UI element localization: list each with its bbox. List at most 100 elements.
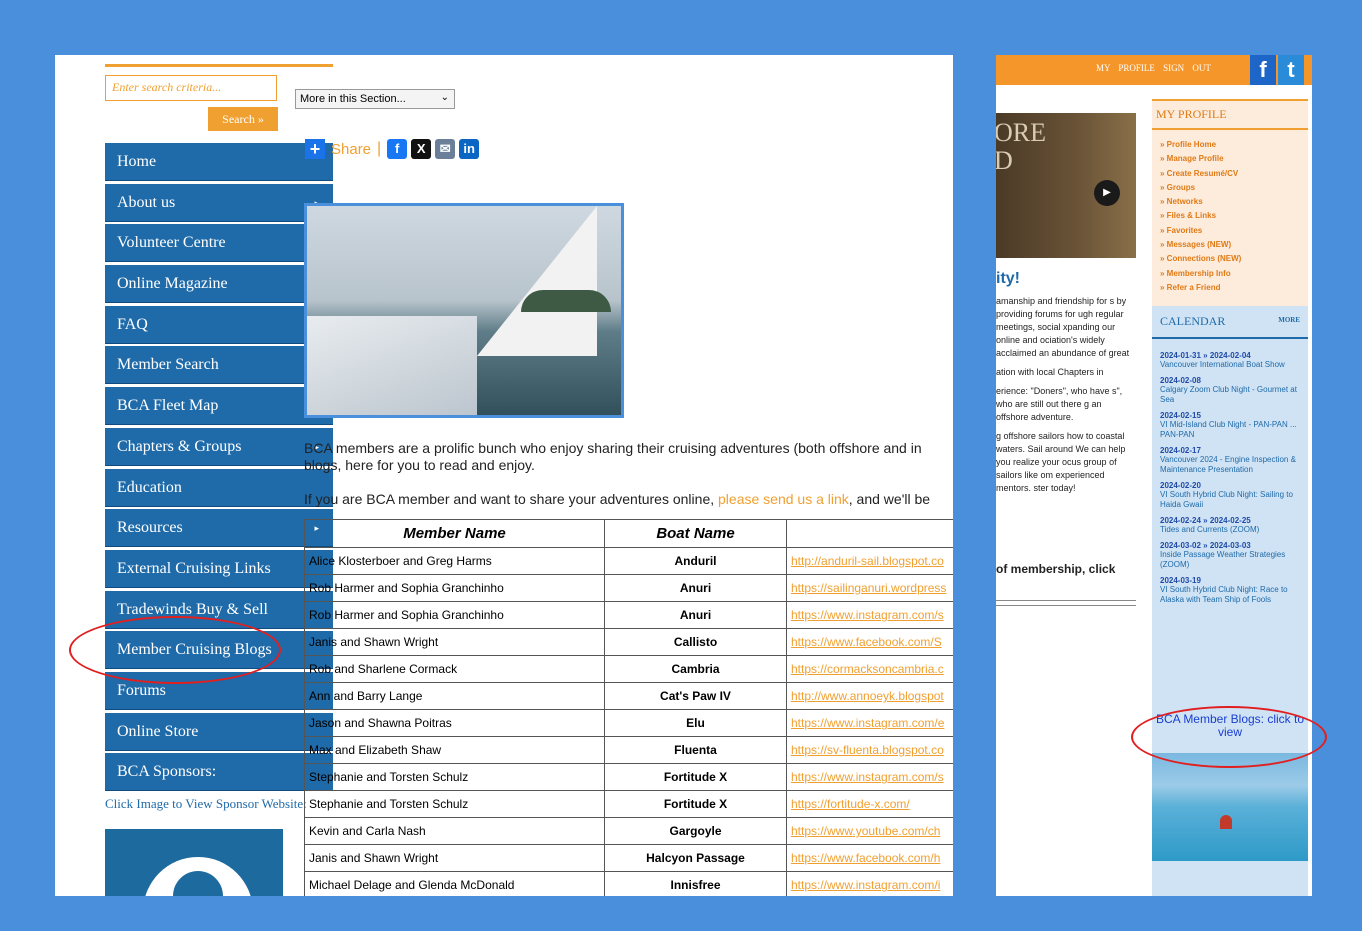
member-name-cell: Max and Elizabeth Shaw xyxy=(304,736,605,764)
nav-item-label: Online Magazine xyxy=(117,275,228,293)
profile-link[interactable]: » Connections (NEW) xyxy=(1160,252,1300,266)
member-name-cell: Stephanie and Torsten Schulz xyxy=(304,763,605,791)
table-row: Rob Harmer and Sophia Granchinho Anuri htt… xyxy=(304,601,953,629)
send-link-link[interactable]: please send us a link xyxy=(718,491,849,507)
chevron-down-icon: ⌄ xyxy=(440,92,449,103)
profile-link[interactable]: » Create Resumé/CV xyxy=(1160,167,1300,181)
boat-name-cell: Halcyon Passage xyxy=(604,844,787,872)
email-share-icon[interactable]: ✉ xyxy=(435,139,456,159)
blog-link-cell[interactable]: https://sailinganuri.wordpress xyxy=(786,574,953,602)
blog-link-cell[interactable]: https://www.facebook.com/S xyxy=(786,628,953,656)
my-profile-heading: MY PROFILE xyxy=(1152,99,1308,130)
twitter-icon[interactable]: t xyxy=(1278,55,1304,85)
calendar-more-link[interactable]: MORE xyxy=(1278,316,1300,324)
calendar-event[interactable]: 2024-02-15 VI Mid-Island Club Night - PAN… xyxy=(1160,411,1300,440)
nav-item-label: BCA Fleet Map xyxy=(117,397,219,415)
table-row: Ann and Barry Lange Cat's Paw IV http://ww… xyxy=(304,682,953,710)
calendar-event[interactable]: 2024-02-24 » 2024-02-25 Tides and Current… xyxy=(1160,516,1300,535)
table-row: Stephanie and Torsten Schulz Fortitude Xh… xyxy=(304,763,953,791)
calendar-events: 2024-01-31 » 2024-02-04 Vancouver Interna… xyxy=(1152,339,1308,605)
nav-item-external-cruising-links[interactable]: External Cruising Links xyxy=(105,549,333,588)
profile-link[interactable]: » Membership Info xyxy=(1160,267,1300,281)
nav-item-label: External Cruising Links xyxy=(117,559,271,577)
blog-link-cell[interactable]: https://sv-fluenta.blogspot.co xyxy=(786,736,953,764)
event-date: 2024-03-19 xyxy=(1160,576,1201,585)
nav-item-online-magazine[interactable]: Online Magazine xyxy=(105,265,333,304)
nav-item-bca-sponsors[interactable]: BCA Sponsors: xyxy=(105,753,333,792)
calendar-event[interactable]: 2024-02-08 Calgary Zoom Club Night - Gour… xyxy=(1160,376,1300,405)
blog-link-cell[interactable]: https://www.instagram.com/e xyxy=(786,709,953,737)
play-icon[interactable]: ▶ xyxy=(1094,180,1120,206)
share-label[interactable]: Share xyxy=(331,141,371,158)
table-row: Alice Klosterboer and Greg Harms Anduril h… xyxy=(304,547,953,575)
profile-link[interactable]: » Refer a Friend xyxy=(1160,281,1300,295)
search-input[interactable]: Enter search criteria... xyxy=(105,75,277,101)
table-row: Jason and Shawna Poitras Elu https://www.i… xyxy=(304,709,953,737)
search-button[interactable]: Search » xyxy=(208,107,278,131)
calendar-title: CALENDAR xyxy=(1160,314,1226,328)
x-share-icon[interactable]: X xyxy=(411,139,432,159)
profile-link[interactable]: » Networks xyxy=(1160,195,1300,209)
event-date: 2024-02-08 xyxy=(1160,376,1201,385)
main-nav: Home About us▸Volunteer Centre▸ Online Mag… xyxy=(105,143,333,792)
nav-item-chapters-groups[interactable]: Chapters & Groups ▸ xyxy=(105,427,333,466)
video-thumbnail[interactable]: ORE D ▶ xyxy=(996,113,1136,258)
nav-item-faq[interactable]: FAQ xyxy=(105,305,333,344)
profile-link[interactable]: » Groups xyxy=(1160,181,1300,195)
intro-share-line: If you are BCA member and want to share … xyxy=(304,491,930,507)
nav-item-about-us[interactable]: About us▸ xyxy=(105,183,333,222)
nav-item-education[interactable]: Education xyxy=(105,468,333,507)
column-header-boat: Boat Name xyxy=(604,519,787,548)
profile-signout-links[interactable]: MY PROFILE SIGN OUT xyxy=(1096,63,1211,73)
event-date: 2024-02-20 xyxy=(1160,481,1201,490)
blog-link-cell[interactable]: https://cormacksoncambria.c xyxy=(786,655,953,683)
column-header-link xyxy=(786,519,953,548)
section-select[interactable]: More in this Section... ⌄ xyxy=(295,89,455,109)
profile-link[interactable]: » Profile Home xyxy=(1160,138,1300,152)
beach-image[interactable] xyxy=(1152,753,1308,861)
facebook-share-icon[interactable]: f xyxy=(387,139,408,159)
swimmer-figure xyxy=(1220,815,1232,829)
sponsor-caption: Click Image to View Sponsor Website: xyxy=(105,796,307,812)
calendar-event[interactable]: 2024-02-20 VI South Hybrid Club Night: Sa… xyxy=(1160,481,1300,510)
table-row: Janis and Shawn Wright Halcyon Passage htt… xyxy=(304,844,953,872)
nav-item-label: Chapters & Groups xyxy=(117,437,242,455)
calendar-event[interactable]: 2024-02-17 Vancouver 2024 - Engine Inspec… xyxy=(1160,446,1300,475)
intro-line-1: BCA members are a prolific bunch who enj… xyxy=(304,440,922,456)
blog-link-cell[interactable]: https://www.youtube.com/ch xyxy=(786,817,953,845)
calendar-event[interactable]: 2024-01-31 » 2024-02-04 Vancouver Interna… xyxy=(1160,351,1300,370)
boat-name-cell: Fluenta xyxy=(604,736,787,764)
blog-link-cell[interactable]: http://anduril-sail.blogspot.co xyxy=(786,547,953,575)
profile-link[interactable]: » Messages (NEW) xyxy=(1160,238,1300,252)
profile-link[interactable]: » Files & Links xyxy=(1160,209,1300,223)
facebook-icon[interactable]: f xyxy=(1250,55,1276,85)
calendar-event[interactable]: 2024-03-19 VI South Hybrid Club Night: Ra… xyxy=(1160,576,1300,605)
member-name-cell: Kevin and Carla Nash xyxy=(304,817,605,845)
blog-link-cell[interactable]: https://www.instagram.com/s xyxy=(786,763,953,791)
blog-link-cell[interactable]: http://www.annoeyk.blogspot xyxy=(786,682,953,710)
nav-item-resources[interactable]: Resources ▸ xyxy=(105,509,333,548)
event-title: Calgary Zoom Club Night - Gourmet at Sea xyxy=(1160,385,1297,404)
nav-item-volunteer-centre[interactable]: Volunteer Centre▸ xyxy=(105,224,333,263)
nav-item-label: FAQ xyxy=(117,315,148,333)
blog-link-cell[interactable]: https://www.facebook.com/h xyxy=(786,844,953,872)
blog-link-cell[interactable]: https://www.instagram.com/i xyxy=(786,871,953,896)
membership-link-text[interactable]: of membership, click xyxy=(996,562,1115,576)
profile-link[interactable]: » Manage Profile xyxy=(1160,152,1300,166)
nav-item-home[interactable]: Home xyxy=(105,143,333,181)
event-date: 2024-02-17 xyxy=(1160,446,1201,455)
sponsor-image[interactable] xyxy=(105,829,283,896)
linkedin-share-icon[interactable]: in xyxy=(459,139,480,159)
blog-link-cell[interactable]: https://www.instagram.com/s xyxy=(786,601,953,629)
member-name-cell: Alice Klosterboer and Greg Harms xyxy=(304,547,605,575)
blog-link-cell[interactable]: https://fortitude-x.com/ xyxy=(786,790,953,818)
nav-item-member-search[interactable]: Member Search xyxy=(105,346,333,385)
calendar-event[interactable]: 2024-03-02 » 2024-03-03 Inside Passage We… xyxy=(1160,541,1300,570)
table-row: Rob and Sharlene Cormack Cambria https://c… xyxy=(304,655,953,683)
member-name-cell: Rob Harmer and Sophia Granchinho xyxy=(304,601,605,629)
sidebar-topbar xyxy=(105,55,333,67)
nav-item-online-store[interactable]: Online Store xyxy=(105,712,333,751)
nav-item-bca-fleet-map[interactable]: BCA Fleet Map▸ xyxy=(105,387,333,426)
share-plus-icon[interactable]: + xyxy=(305,139,325,159)
profile-link[interactable]: » Favorites xyxy=(1160,224,1300,238)
